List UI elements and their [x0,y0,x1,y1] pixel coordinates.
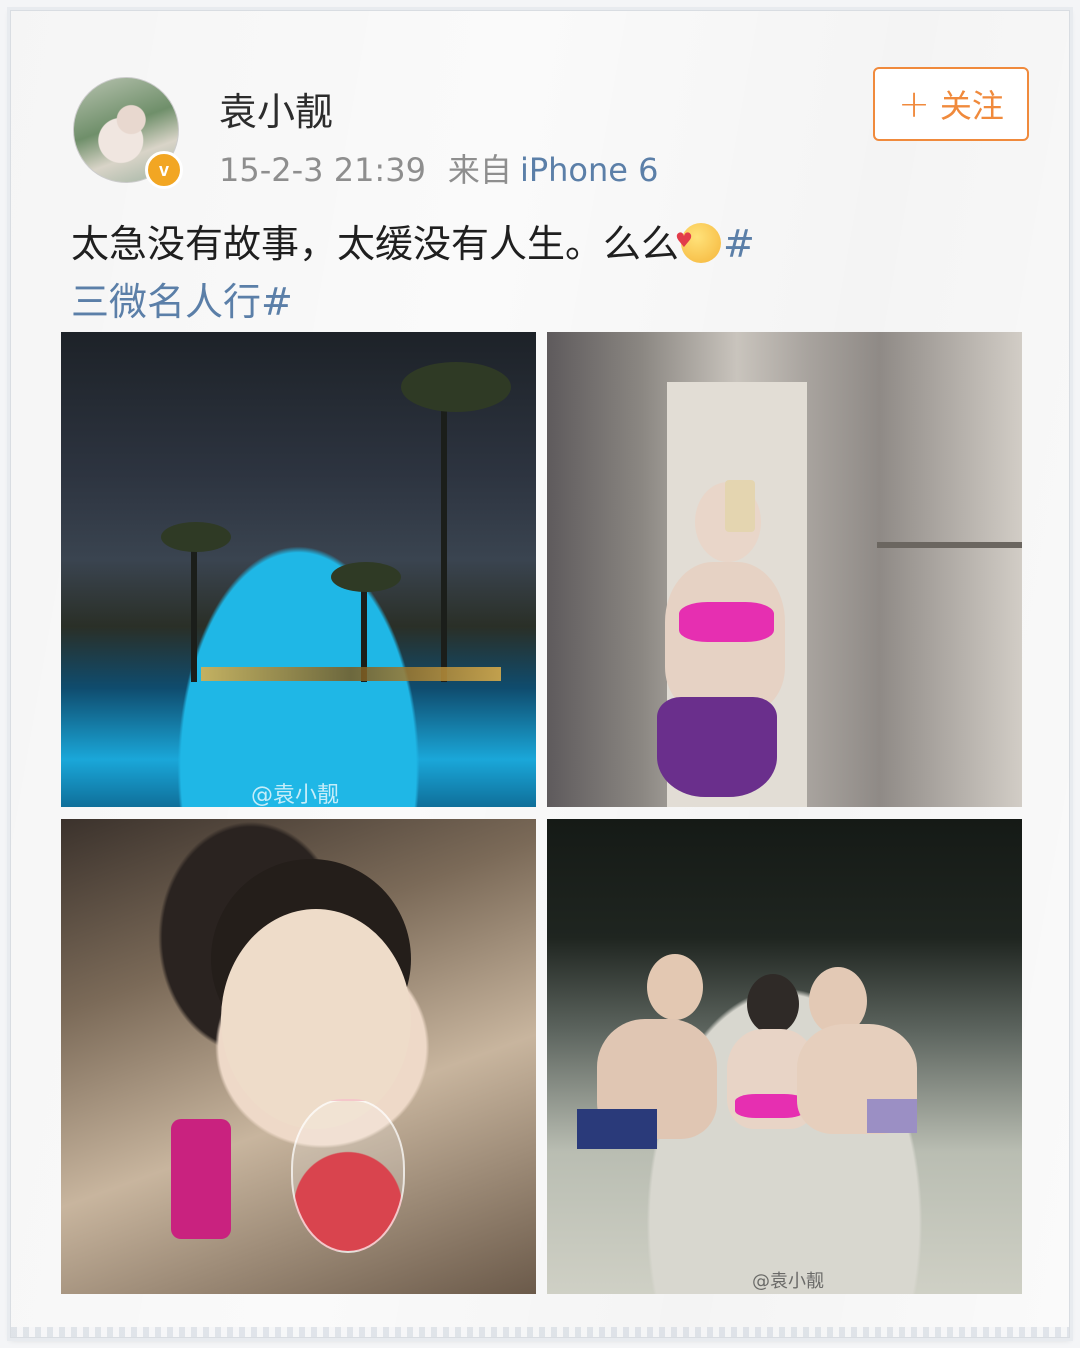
avatar[interactable]: v [73,77,183,189]
photo-watermark: @袁小靓 [251,783,340,807]
photo-watermark: @袁小靓 [752,1271,824,1292]
follow-button-label: 关注 [939,87,1004,125]
palm-tree-shape [161,522,231,552]
sarong [657,697,777,797]
username[interactable]: 袁小靓 [219,81,333,136]
follow-button[interactable]: + 关注 [873,67,1029,141]
weibo-post-card: v 袁小靓 15-2-3 21:39 来自 iPhone 6 + 关注 太急没有故事… [10,10,1070,1338]
post-timestamp: 15-2-3 21:39 [219,151,426,189]
wine-glass [291,1099,405,1253]
palm-tree-shape [191,532,197,682]
swimsuit-top [679,602,774,642]
photo-3[interactable] [61,819,536,1294]
palm-tree-shape [331,562,401,592]
swimsuit-strap [171,1119,231,1239]
photo-2[interactable] [547,332,1022,807]
post-text: 太急没有故事，太缓没有人生。么么 # 三微名人行# [71,211,1031,331]
source-device-link[interactable]: iPhone 6 [520,151,659,189]
hashtag-open[interactable]: # [723,222,755,266]
post-body: 太急没有故事，太缓没有人生。么么 [71,222,680,266]
post-meta: 15-2-3 21:39 来自 iPhone 6 [219,145,658,191]
palm-tree-shape [441,392,447,682]
source-prefix: 来自 [447,151,512,189]
kiss-emoji-icon [675,211,722,269]
swimsuit [735,1094,805,1118]
plus-icon: + [898,82,930,126]
phone-shape [725,480,755,532]
person-head [647,954,703,1020]
photo-4[interactable]: @袁小靓 [547,819,1022,1294]
towel-rail [877,542,1022,548]
swim-shorts [577,1109,657,1149]
person-head [747,974,799,1034]
resort-lights [201,667,501,681]
photo-1[interactable]: @袁小靓 [61,332,536,807]
swim-shorts [867,1099,917,1133]
hashtag-link[interactable]: 三微名人行# [71,280,293,324]
person-face [221,909,411,1129]
palm-tree-shape [401,362,511,412]
verified-badge-icon: v [145,151,183,189]
